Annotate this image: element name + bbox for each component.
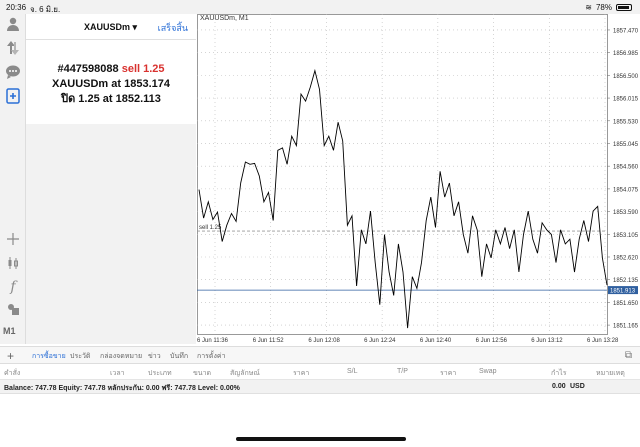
wifi-icon: ≋: [585, 3, 592, 12]
user-icon[interactable]: [4, 16, 22, 34]
tab-news[interactable]: ข่าว: [148, 351, 161, 362]
y-tick-label: 1854.075: [613, 187, 639, 193]
panel-toggle-icon[interactable]: ⧉: [625, 350, 632, 361]
y-tick-label: 1856.500: [613, 74, 639, 80]
done-button[interactable]: เสร็จสิ้น: [158, 21, 188, 35]
order-price-label: sell 1.25: [199, 225, 222, 231]
add-icon[interactable]: +: [7, 349, 14, 363]
col-order: คำสั่ง: [4, 370, 21, 377]
battery-percent: 78%: [595, 3, 612, 12]
y-tick-label: 1857.470: [613, 28, 639, 34]
tab-history[interactable]: ประวัติ: [70, 351, 90, 362]
order-panel: XAUUSDm ▾ เสร็จสิ้น #447598088 sell 1.25…: [26, 14, 196, 124]
timeframe-label[interactable]: M1: [3, 326, 16, 336]
x-tick-label: 6 Jun 12:56: [476, 338, 508, 344]
total-profit: 0.00: [552, 383, 566, 390]
candles-icon[interactable]: [4, 256, 22, 274]
tab-trade[interactable]: การซื้อขาย: [32, 351, 66, 362]
x-tick-label: 6 Jun 11:52: [253, 338, 285, 344]
account-summary: Balance: 747.78 Equity: 747.78 หลักประกั…: [0, 380, 640, 394]
col-symbol: สัญลักษณ์: [230, 370, 260, 377]
status-right: ≋ 78%: [585, 3, 632, 12]
tab-journal[interactable]: บันทึก: [170, 351, 188, 362]
y-tick-label: 1851.165: [613, 324, 639, 330]
y-tick-label: 1852.135: [613, 278, 639, 284]
tab-mailbox[interactable]: กล่องจดหมาย: [100, 351, 142, 362]
bottom-tabs: + การซื้อขาย ประวัติ กล่องจดหมาย ข่าว บั…: [0, 346, 640, 364]
chevron-down-icon: ▾: [132, 22, 138, 32]
col-swap: Swap: [479, 368, 497, 375]
y-tick-label: 1856.015: [613, 97, 639, 103]
x-tick-label: 6 Jun 11:36: [197, 338, 229, 344]
x-tick-label: 6 Jun 12:08: [308, 338, 340, 344]
account-currency: USD: [570, 383, 585, 390]
col-size: ขนาด: [193, 370, 212, 377]
col-time: เวลา: [110, 370, 125, 377]
y-tick-label: 1855.530: [613, 119, 639, 125]
chat-icon[interactable]: [4, 64, 22, 82]
col-sl: S/L: [347, 368, 358, 375]
status-time: 20:36: [6, 3, 27, 12]
tab-settings[interactable]: การตั้งค่า: [197, 351, 226, 362]
price-chart[interactable]: 1857.470 1856.985 1856.500 1856.015 1855.530…: [197, 14, 640, 346]
symbol-selector[interactable]: XAUUSDm ▾: [84, 22, 137, 33]
new-order-icon[interactable]: [4, 88, 22, 106]
price-series-line: [198, 68, 608, 329]
col-price: ราคา: [293, 370, 310, 377]
battery-icon: [616, 4, 632, 11]
col-price-current: ราคา: [440, 370, 457, 377]
col-comment: หมายเหตุ: [596, 370, 625, 377]
x-tick-label: 6 Jun 12:40: [420, 338, 452, 344]
x-tick-label: 6 Jun 12:24: [364, 338, 396, 344]
y-tick-label: 1855.045: [613, 142, 639, 148]
y-tick-label: 1851.650: [613, 301, 639, 307]
home-indicator: [236, 437, 406, 441]
chart-title: XAUUSDm, M1: [200, 15, 249, 22]
order-close-line: ปิด 1.25 at 1852.113: [61, 93, 161, 105]
panel-background: [26, 124, 196, 344]
y-tick-label: 1856.985: [613, 51, 639, 57]
y-tick-label: 1852.620: [613, 255, 639, 261]
order-result: #447598088 sell 1.25 XAUUSDm at 1853.174…: [26, 62, 196, 107]
positions-header: คำสั่ง เวลา ประเภท ขนาด สัญลักษณ์ ราคา S…: [0, 364, 640, 380]
col-tp: T/P: [397, 368, 408, 375]
bid-price-label: 1851.913: [610, 289, 636, 295]
balance-text: Balance: 747.78 Equity: 747.78 หลักประกั…: [4, 385, 240, 392]
order-ticket-line: #447598088 sell 1.25: [57, 63, 165, 75]
y-tick-label: 1853.590: [613, 210, 639, 216]
order-open-line: XAUUSDm at 1853.174: [51, 78, 171, 90]
left-toolbar: f M1: [0, 14, 26, 344]
objects-icon[interactable]: [4, 302, 22, 320]
trade-arrows-icon[interactable]: [4, 40, 22, 58]
status-bar: 20:36 จ. 6 มิ.ย. ≋ 78%: [0, 0, 640, 14]
x-tick-label: 6 Jun 13:28: [587, 338, 619, 344]
crosshair-icon[interactable]: [4, 232, 22, 250]
col-profit: กำไร: [551, 370, 567, 377]
x-tick-label: 6 Jun 13:12: [531, 338, 563, 344]
indicator-f-icon[interactable]: f: [4, 278, 22, 296]
col-type: ประเภท: [148, 370, 172, 377]
y-tick-label: 1853.105: [613, 233, 639, 239]
y-tick-label: 1854.560: [613, 165, 639, 171]
order-panel-header: XAUUSDm ▾ เสร็จสิ้น: [26, 14, 196, 40]
